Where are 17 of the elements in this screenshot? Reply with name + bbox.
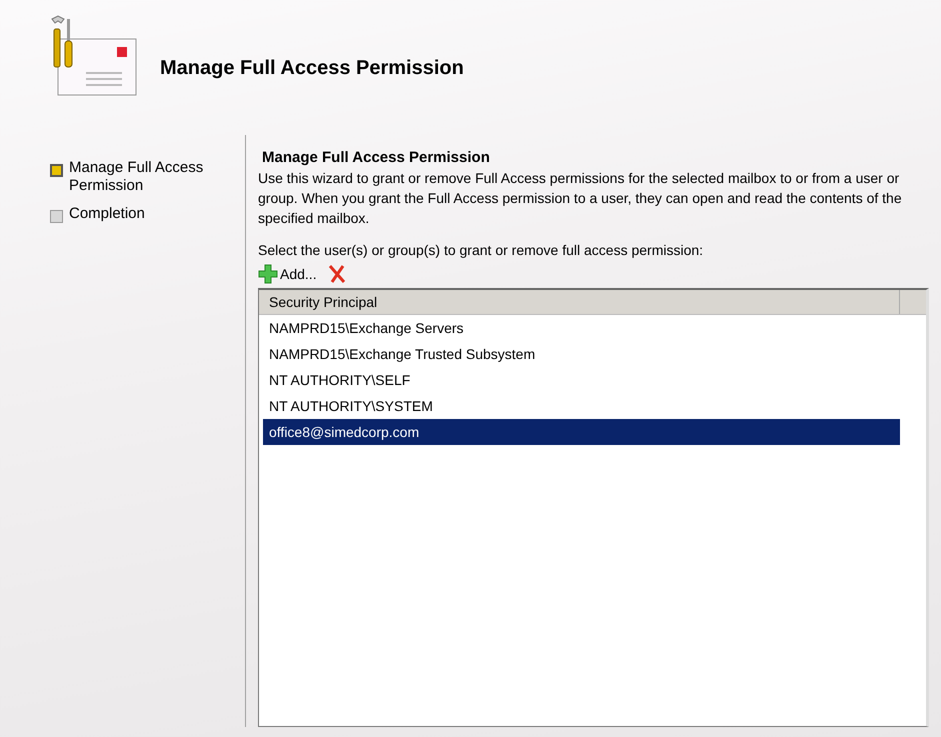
page-heading: Manage Full Access Permission (261, 149, 491, 166)
delete-icon (326, 264, 347, 284)
principal-row[interactable]: office8@simedcorp.com (263, 419, 900, 445)
step-label: Manage Full Access Permission (69, 159, 204, 195)
remove-button[interactable] (326, 264, 347, 284)
page-description: Use this wizard to grant or remove Full Access permissions for the selected mailbox to or from a user or group. When you grant the Full Access permission to a user, they can open and read the contents of the specified mailbox. (258, 169, 903, 228)
principal-row[interactable]: NAMPRD15\Exchange Servers (263, 315, 900, 341)
principal-row[interactable]: NT AUTHORITY\SYSTEM (263, 393, 900, 419)
plus-icon (258, 264, 278, 284)
principal-row[interactable]: NT AUTHORITY\SELF (263, 367, 900, 393)
wizard-step[interactable]: Manage Full Access Permission (50, 159, 245, 195)
wizard-step[interactable]: Completion (50, 205, 245, 223)
principal-row[interactable]: NAMPRD15\Exchange Trusted Subsystem (263, 341, 900, 367)
add-button[interactable]: Add... (258, 264, 317, 284)
step-label: Completion (69, 205, 146, 223)
wizard-title: Manage Full Access Permission (160, 57, 464, 80)
selection-prompt: Select the user(s) or group(s) to grant or remove full access permission: (258, 242, 704, 258)
